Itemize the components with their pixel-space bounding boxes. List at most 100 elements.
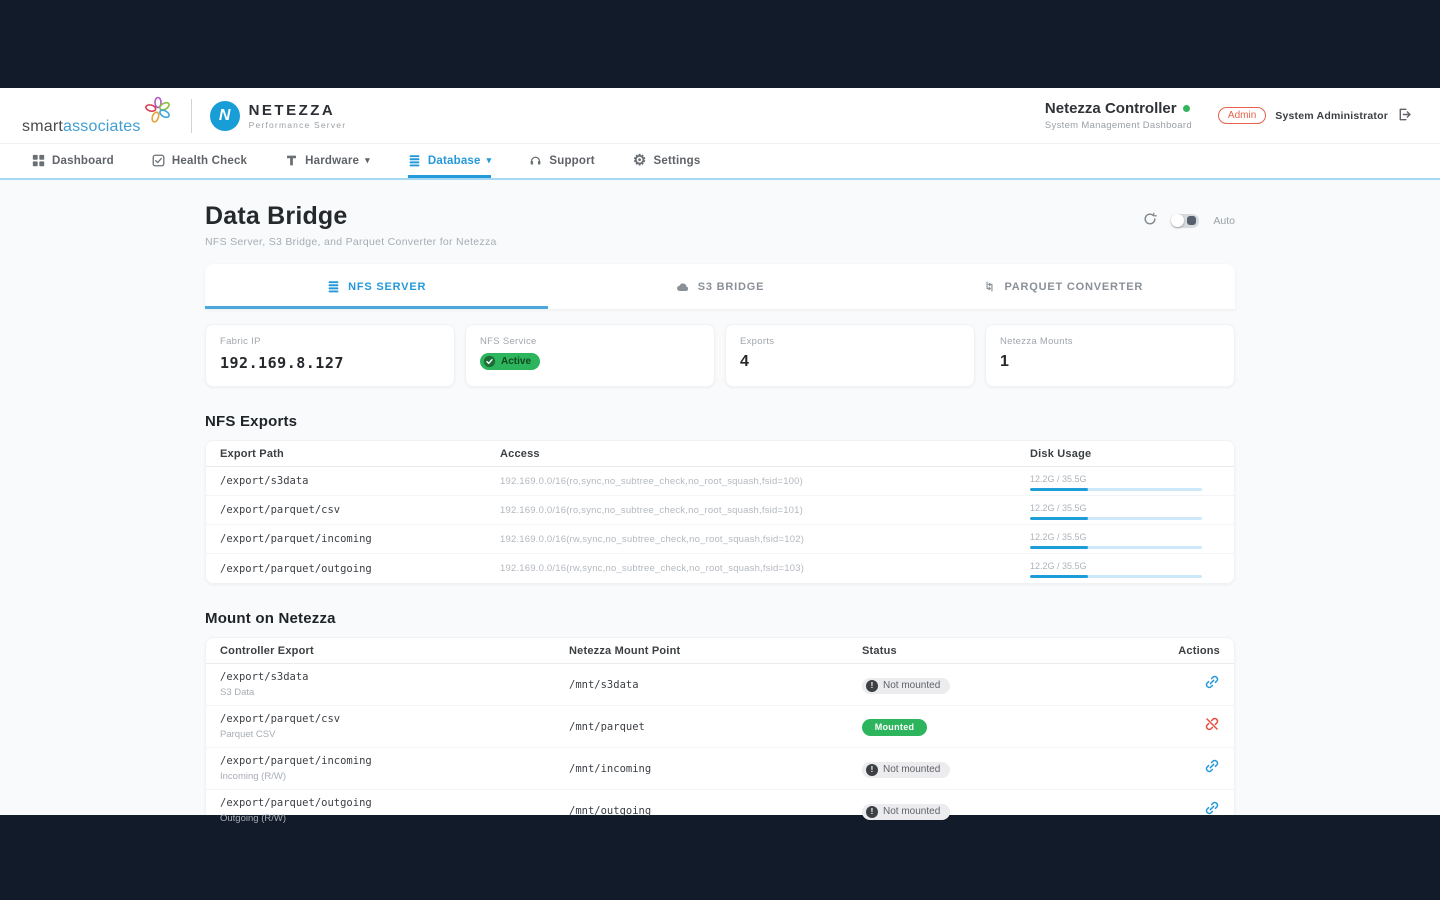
disk-usage-bar — [1030, 546, 1202, 549]
refresh-button[interactable] — [1143, 212, 1157, 229]
header-right: Netezza Controller System Management Das… — [1045, 100, 1412, 131]
table-row: /export/parquet/csv Parquet CSV /mnt/par… — [206, 706, 1234, 748]
smartassociates-logo-smart: smart — [22, 118, 63, 136]
disk-usage-bar — [1030, 575, 1202, 578]
page-content: Data Bridge NFS Server, S3 Bridge, and P… — [0, 180, 1440, 815]
col-mount-point: Netezza Mount Point — [569, 645, 862, 657]
nav-item-settings[interactable]: ⚙ Settings — [633, 144, 701, 178]
nfs-service-status-text: Active — [501, 356, 531, 367]
exclamation-icon: ! — [866, 680, 878, 692]
controller-subtitle: System Management Dashboard — [1045, 120, 1192, 131]
netezza-product-subtitle: Performance Server — [249, 120, 347, 130]
disk-usage-text: 12.2G / 35.5G — [1030, 561, 1220, 571]
stat-label: Fabric IP — [220, 336, 440, 347]
table-row: /export/parquet/incoming 192.169.0.0/16(… — [206, 525, 1234, 554]
gear-icon: ⚙ — [633, 153, 647, 168]
user-name: System Administrator — [1275, 110, 1388, 122]
page-head: Data Bridge NFS Server, S3 Bridge, and P… — [205, 202, 1235, 248]
table-header-row: Controller Export Netezza Mount Point St… — [206, 638, 1234, 664]
mount-button[interactable] — [1204, 674, 1220, 693]
controller-export-path: /export/parquet/outgoing — [220, 797, 569, 809]
nfs-server-icon — [327, 280, 340, 293]
stat-card-nfs-service: NFS Service Active — [465, 324, 715, 387]
app-header: smartassociates N NETEZZA Performance — [0, 88, 1440, 144]
hardware-icon — [285, 154, 298, 167]
export-access: 192.169.0.0/16(rw,sync,no_subtree_check,… — [500, 534, 1030, 545]
nfs-service-status-badge: Active — [480, 353, 540, 370]
disk-usage-cell: 12.2G / 35.5G — [1030, 530, 1220, 549]
nav-label: Health Check — [172, 155, 247, 167]
export-path: /export/parquet/csv — [220, 504, 500, 516]
disk-usage-text: 12.2G / 35.5G — [1030, 474, 1220, 484]
nfs-exports-heading: NFS Exports — [205, 413, 1235, 430]
status-badge: ! Not mounted — [862, 678, 950, 694]
stat-card-netezza-mounts: Netezza Mounts 1 — [985, 324, 1235, 387]
tab-nfs-server[interactable]: NFS SERVER — [205, 264, 548, 309]
smartassociates-logo-associates: associates — [63, 118, 141, 136]
unmount-button[interactable] — [1204, 716, 1220, 735]
auto-toggle-label: Auto — [1213, 215, 1235, 227]
logout-button[interactable] — [1397, 107, 1412, 125]
mount-button[interactable] — [1204, 800, 1220, 819]
tab-parquet-converter[interactable]: PARQUET CONVERTER — [892, 264, 1235, 309]
export-path: /export/s3data — [220, 475, 500, 487]
netezza-n-icon: N — [210, 101, 240, 131]
netezza-mount-point: /mnt/parquet — [569, 721, 862, 733]
link-icon — [1204, 800, 1220, 819]
support-headset-icon — [529, 154, 542, 167]
logout-icon — [1397, 107, 1412, 125]
table-row: /export/parquet/outgoing 192.169.0.0/16(… — [206, 554, 1234, 583]
database-icon — [408, 154, 421, 167]
mounts-count: 1 — [1000, 353, 1220, 371]
stat-label: NFS Service — [480, 336, 700, 347]
disk-usage-bar — [1030, 517, 1202, 520]
toggle-knob — [1171, 214, 1184, 227]
letterbox-bottom — [0, 815, 1440, 900]
fabric-ip-value: 192.169.8.127 — [220, 354, 440, 372]
exclamation-icon: ! — [866, 806, 878, 818]
stats-row: Fabric IP 192.169.8.127 NFS Service Acti… — [205, 324, 1235, 387]
controller-title-block: Netezza Controller System Management Das… — [1045, 100, 1192, 131]
toggle-state-icon — [1187, 216, 1196, 225]
nav-item-support[interactable]: Support — [529, 144, 594, 178]
disk-usage-text: 12.2G / 35.5G — [1030, 532, 1220, 542]
table-row: /export/s3data 192.169.0.0/16(ro,sync,no… — [206, 467, 1234, 496]
nav-item-hardware[interactable]: Hardware ▾ — [285, 144, 370, 178]
data-bridge-tabs: NFS SERVER S3 BRIDGE PARQUET CONVERTER — [205, 264, 1235, 309]
status-badge-mounted: Mounted — [862, 719, 927, 736]
nav-item-health-check[interactable]: Health Check — [152, 144, 247, 178]
stat-label: Exports — [740, 336, 960, 347]
transform-icon — [983, 280, 996, 293]
nav-label: Dashboard — [52, 155, 114, 167]
export-access: 192.169.0.0/16(ro,sync,no_subtree_check,… — [500, 476, 1030, 487]
disk-usage-cell: 12.2G / 35.5G — [1030, 559, 1220, 578]
controller-export-path: /export/s3data — [220, 671, 569, 683]
cloud-icon — [676, 280, 690, 294]
chevron-down-icon: ▾ — [487, 155, 492, 166]
refresh-icon — [1143, 212, 1157, 229]
table-row: /export/s3data S3 Data /mnt/s3data ! Not… — [206, 664, 1234, 706]
nav-label: Database — [428, 155, 481, 167]
health-check-icon — [152, 154, 165, 167]
check-circle-icon — [483, 355, 496, 368]
table-header-row: Export Path Access Disk Usage — [206, 441, 1234, 467]
status-badge: ! Not mounted — [862, 804, 950, 820]
mounts-heading: Mount on Netezza — [205, 610, 1235, 627]
mount-button[interactable] — [1204, 758, 1220, 777]
page-subtitle: NFS Server, S3 Bridge, and Parquet Conve… — [205, 236, 497, 248]
controller-export-path: /export/parquet/csv — [220, 713, 569, 725]
unlink-icon — [1204, 716, 1220, 735]
main-nav: Dashboard Health Check Hardware ▾ Databa… — [0, 144, 1440, 180]
nav-label: Support — [549, 155, 594, 167]
nav-item-database[interactable]: Database ▾ — [408, 144, 491, 178]
col-status: Status — [862, 645, 1176, 657]
nav-item-dashboard[interactable]: Dashboard — [32, 144, 114, 178]
dashboard-icon — [32, 154, 45, 167]
disk-usage-cell: 12.2G / 35.5G — [1030, 501, 1220, 520]
tab-s3-bridge[interactable]: S3 BRIDGE — [548, 264, 891, 309]
export-description: Outgoing (R/W) — [220, 813, 569, 824]
link-icon — [1204, 674, 1220, 693]
export-path: /export/parquet/outgoing — [220, 563, 500, 575]
controller-export-path: /export/parquet/incoming — [220, 755, 569, 767]
auto-refresh-toggle[interactable] — [1171, 214, 1199, 228]
